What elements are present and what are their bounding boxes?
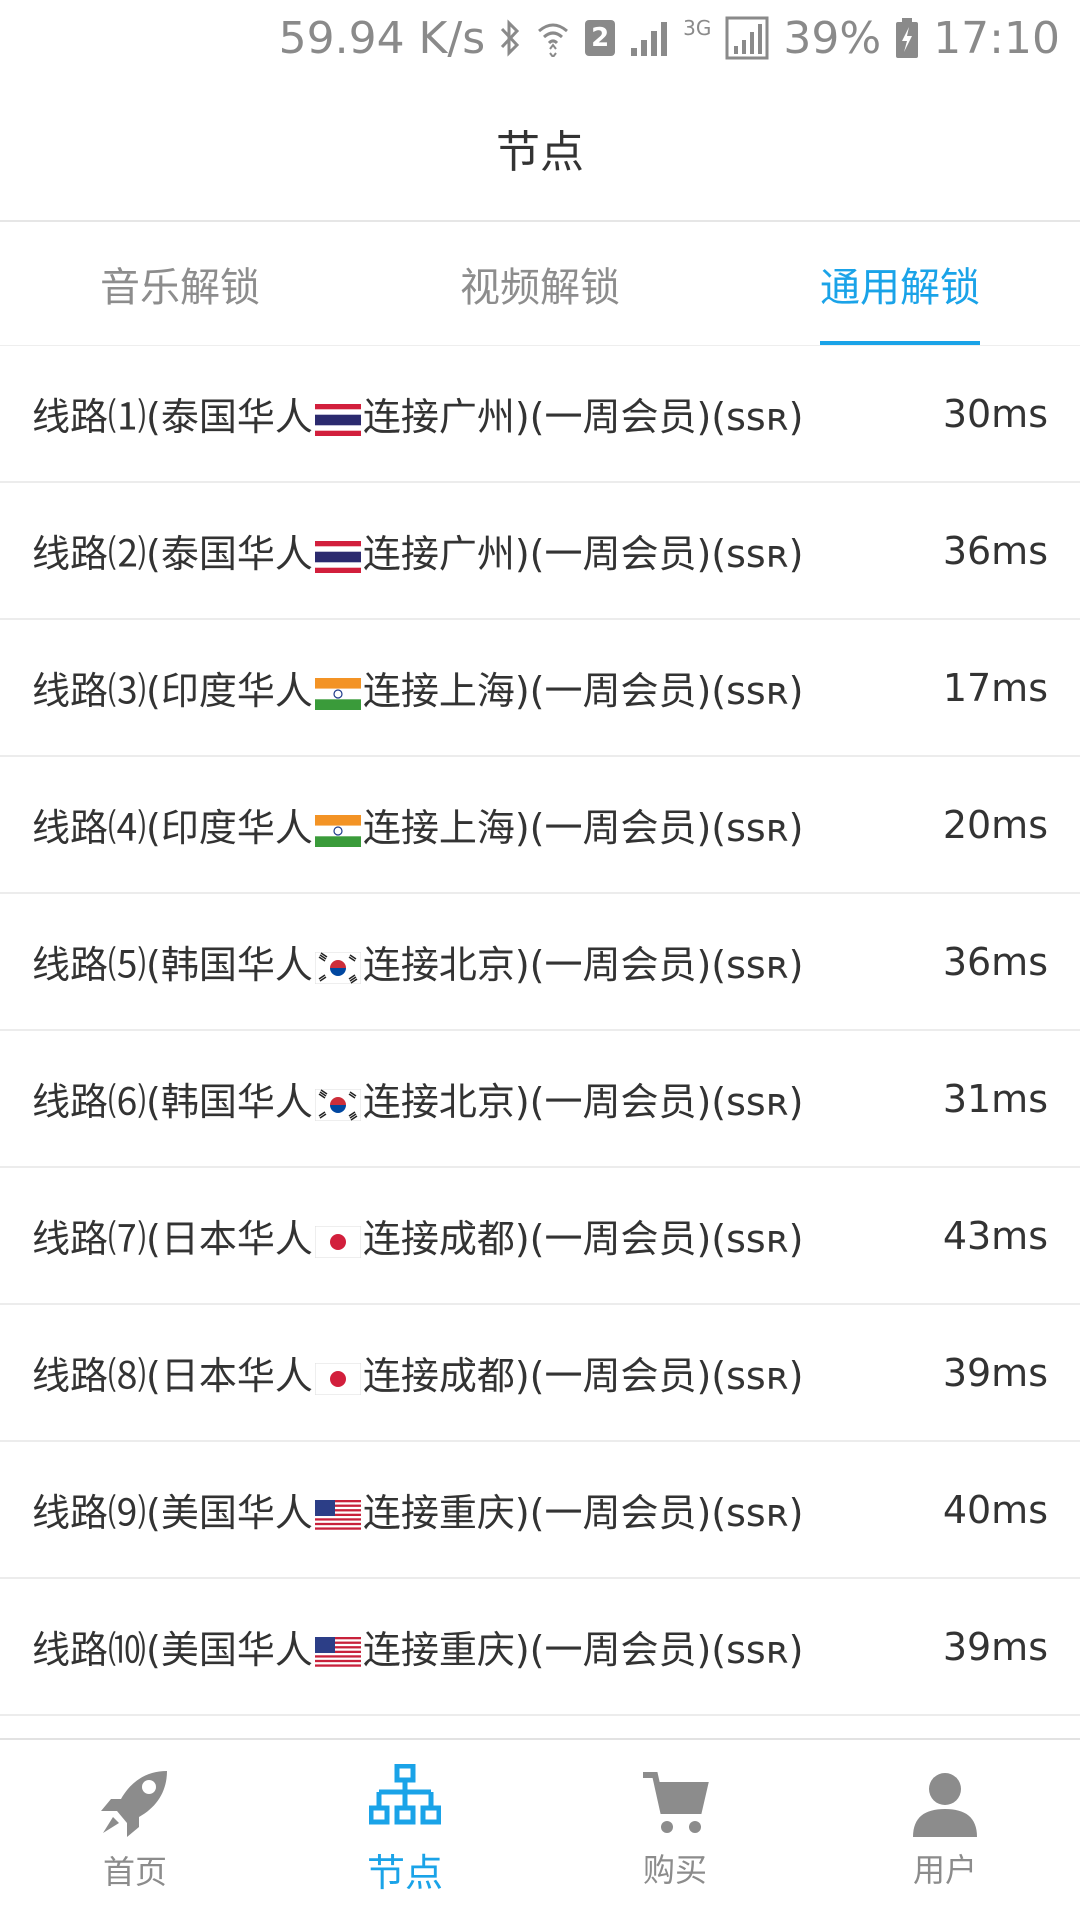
node-row[interactable]: 线路⑵(泰国华人 连接广州)(一周会员)(ssʀ) 36ms (0, 483, 1080, 620)
node-name: 线路⑺(日本华人 连接成都)(一周会员)(ssʀ) (32, 1208, 943, 1263)
node-row[interactable]: 线路⑷(印度华人 连接上海)(一周会员)(ssʀ) 20ms (0, 757, 1080, 894)
node-name-prefix: 线路⑷(印度华人 (32, 806, 313, 850)
tab-music-unlock[interactable]: 音乐解锁 (0, 222, 360, 345)
node-name-suffix: 连接广州)(一周会员)(ssʀ) (362, 395, 804, 439)
usa-flag-icon (313, 1628, 363, 1672)
category-tabs: 音乐解锁 视频解锁 通用解锁 (0, 222, 1080, 346)
node-name-suffix: 连接重庆)(一周会员)(ssʀ) (362, 1491, 804, 1535)
rocket-icon (97, 1767, 173, 1843)
node-name-suffix: 连接广州)(一周会员)(ssʀ) (362, 532, 804, 576)
node-name-prefix: 线路⑸(韩国华人 (32, 943, 313, 987)
node-name: 线路⑸(韩国华人 连接北京)(一周会员)(ssʀ) (32, 934, 943, 989)
node-name-suffix: 连接成都)(一周会员)(ssʀ) (362, 1354, 804, 1398)
nav-user-label: 用户 (912, 1851, 977, 1889)
node-latency: 30ms (942, 391, 1048, 436)
node-name: 线路⑶(印度华人 连接上海)(一周会员)(ssʀ) (32, 660, 943, 715)
bottom-nav: 首页 节点 购买 用户 (0, 1738, 1080, 1920)
korea-flag-icon (313, 943, 363, 987)
network-tree-icon (368, 1763, 442, 1838)
node-latency: 40ms (942, 1487, 1048, 1532)
node-row[interactable]: 线路⑶(印度华人 连接上海)(一周会员)(ssʀ) 17ms (0, 620, 1080, 757)
node-row[interactable]: 线路⑴(泰国华人 连接广州)(一周会员)(ssʀ) 30ms (0, 346, 1080, 483)
node-name-suffix: 连接北京)(一周会员)(ssʀ) (362, 943, 804, 987)
node-name-prefix: 线路⑵(泰国华人 (32, 532, 313, 576)
node-name-suffix: 连接成都)(一周会员)(ssʀ) (362, 1217, 804, 1261)
tab-general-unlock[interactable]: 通用解锁 (720, 222, 1080, 345)
node-name-prefix: 线路⑴(泰国华人 (32, 395, 313, 439)
nav-nodes-label: 节点 (366, 1850, 443, 1895)
usa-flag-icon (313, 1491, 363, 1535)
bluetooth-icon (499, 19, 521, 57)
node-name: 线路⑷(印度华人 连接上海)(一周会员)(ssʀ) (32, 797, 943, 852)
node-latency: 20ms (942, 802, 1048, 847)
node-latency: 39ms (942, 1350, 1048, 1395)
node-latency: 36ms (942, 528, 1048, 573)
nav-user[interactable]: 用户 (810, 1740, 1080, 1920)
node-row[interactable]: 线路⑼(美国华人 连接重庆)(一周会员)(ssʀ) 40ms (0, 1442, 1080, 1579)
node-latency: 31ms (942, 1076, 1048, 1121)
node-latency: 17ms (942, 665, 1048, 710)
node-latency: 43ms (942, 1213, 1048, 1258)
node-name: 线路⑹(韩国华人 连接北京)(一周会员)(ssʀ) (32, 1071, 943, 1126)
node-row[interactable]: 线路⑺(日本华人 连接成都)(一周会员)(ssʀ) 43ms (0, 1168, 1080, 1305)
nav-home-label: 首页 (102, 1853, 167, 1891)
tab-video-unlock[interactable]: 视频解锁 (360, 222, 720, 345)
node-row[interactable]: 线路⑻(日本华人 连接成都)(一周会员)(ssʀ) 39ms (0, 1305, 1080, 1442)
node-list: 线路⑴(泰国华人 连接广州)(一周会员)(ssʀ) 30ms 线路⑵(泰国华人 连接广州… (0, 346, 1080, 1716)
user-icon (911, 1769, 979, 1841)
node-name-prefix: 线路⑽(美国华人 (32, 1628, 313, 1672)
wifi-icon (535, 19, 571, 57)
nav-buy-label: 购买 (642, 1851, 707, 1889)
node-latency: 36ms (942, 939, 1048, 984)
node-name: 线路⑴(泰国华人 连接广州)(一周会员)(ssʀ) (32, 386, 943, 441)
node-name-prefix: 线路⑻(日本华人 (32, 1354, 313, 1398)
thailand-flag-icon (313, 532, 363, 576)
india-flag-icon (313, 806, 363, 850)
node-name: 线路⑼(美国华人 连接重庆)(一周会员)(ssʀ) (32, 1482, 943, 1537)
signal-box-icon (725, 16, 769, 60)
node-name-suffix: 连接上海)(一周会员)(ssʀ) (362, 669, 804, 713)
page-title: 节点 (496, 127, 584, 178)
japan-flag-icon (313, 1217, 363, 1261)
node-name-prefix: 线路⑶(印度华人 (32, 669, 313, 713)
clock: 17:10 (933, 12, 1060, 64)
korea-flag-icon (313, 1080, 363, 1124)
node-name-prefix: 线路⑹(韩国华人 (32, 1080, 313, 1124)
thailand-flag-icon (313, 395, 363, 439)
battery-percent: 39% (783, 12, 882, 64)
cart-icon (641, 1769, 709, 1841)
node-name: 线路⑵(泰国华人 连接广州)(一周会员)(ssʀ) (32, 523, 943, 578)
battery-charging-icon (895, 18, 919, 58)
nav-nodes[interactable]: 节点 (270, 1740, 540, 1920)
node-latency: 39ms (942, 1624, 1048, 1669)
node-name-prefix: 线路⑺(日本华人 (32, 1217, 313, 1261)
nav-buy[interactable]: 购买 (540, 1740, 810, 1920)
node-name-suffix: 连接北京)(一周会员)(ssʀ) (362, 1080, 804, 1124)
node-name-suffix: 连接重庆)(一周会员)(ssʀ) (362, 1628, 804, 1672)
sim-slot-badge: 2 (585, 20, 616, 56)
node-name-suffix: 连接上海)(一周会员)(ssʀ) (362, 806, 804, 850)
node-name-prefix: 线路⑼(美国华人 (32, 1491, 313, 1535)
node-row[interactable]: 线路⑹(韩国华人 连接北京)(一周会员)(ssʀ) 31ms (0, 1031, 1080, 1168)
net-speed: 59.94 K/s (278, 12, 486, 64)
status-bar: 59.94 K/s 2 3G 39% 17:10 (0, 0, 1080, 76)
page-header: 节点 (0, 76, 1080, 222)
network-type: 3G (683, 16, 712, 40)
node-row[interactable]: 线路⑽(美国华人 连接重庆)(一周会员)(ssʀ) 39ms (0, 1579, 1080, 1716)
node-name: 线路⑽(美国华人 连接重庆)(一周会员)(ssʀ) (32, 1619, 943, 1674)
signal-icon (629, 20, 669, 56)
india-flag-icon (313, 669, 363, 713)
nav-home[interactable]: 首页 (0, 1740, 270, 1920)
japan-flag-icon (313, 1354, 363, 1398)
node-row[interactable]: 线路⑸(韩国华人 连接北京)(一周会员)(ssʀ) 36ms (0, 894, 1080, 1031)
node-name: 线路⑻(日本华人 连接成都)(一周会员)(ssʀ) (32, 1345, 943, 1400)
